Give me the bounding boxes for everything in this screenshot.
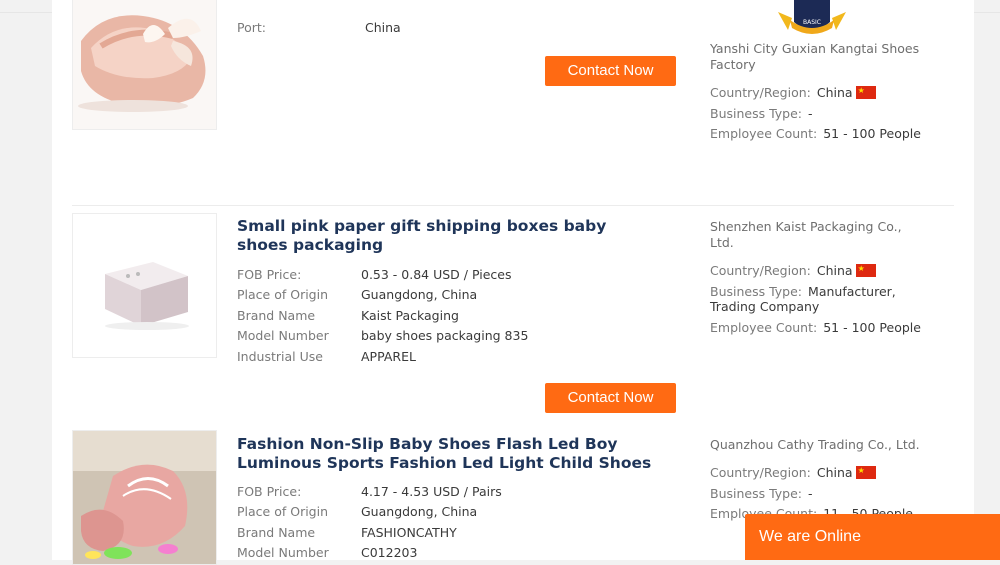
- attr-label: FOB Price:: [237, 484, 302, 499]
- attr-label: Place of Origin: [237, 287, 329, 303]
- attr-row: Port: China: [237, 18, 667, 38]
- product-attributes: FOB Price: 4.17 - 4.53 USD / Pairs Place …: [237, 482, 667, 564]
- business-type-label: Business Type:: [710, 105, 803, 121]
- attr-label: Brand Name: [237, 524, 316, 540]
- employee-count-row: Employee Count: 51 - 100 People: [710, 124, 921, 145]
- attr-label: FOB Price:: [237, 267, 302, 282]
- listing-divider: [72, 205, 954, 206]
- attr-value: Kaist Packaging: [361, 307, 459, 323]
- attr-value: APPAREL: [361, 348, 416, 364]
- attr-value: 4.17 - 4.53 USD / Pairs: [361, 484, 502, 499]
- attr-row: Model Number baby shoes packaging 835: [237, 326, 667, 346]
- attr-value: C012203: [361, 545, 418, 561]
- attr-value: FASHIONCATHY: [361, 524, 457, 540]
- attr-row: Industrial Use APPAREL: [237, 347, 667, 367]
- country-value: China: [816, 263, 853, 278]
- country-value: China: [816, 465, 853, 480]
- product-image-gift-box[interactable]: [72, 213, 217, 358]
- attr-label: Model Number: [237, 328, 329, 344]
- employee-count-label: Employee Count:: [710, 319, 818, 335]
- attr-label: Port:: [237, 20, 266, 35]
- product-listing-1: Port: China Contact Now BASIC Yanshi Cit…: [52, 0, 974, 205]
- attr-row: Place of Origin Guangdong, China: [237, 285, 667, 305]
- supplier-info: Shenzhen Kaist Packaging Co., Ltd. Count…: [710, 219, 921, 339]
- country-row: Country/Region: China ★: [710, 83, 920, 104]
- country-label: Country/Region:: [710, 465, 811, 480]
- attr-label: Brand Name: [237, 307, 316, 323]
- country-label: Country/Region:: [710, 85, 811, 100]
- country-row: Country/Region: China ★: [710, 463, 920, 484]
- attr-label: Place of Origin: [237, 504, 329, 520]
- box-photo: [73, 214, 216, 357]
- supplier-company-link[interactable]: Yanshi City Guxian Kangtai Shoes Factory: [710, 41, 920, 73]
- product-attributes: Port: China: [237, 18, 667, 38]
- china-flag-icon: ★: [855, 86, 876, 99]
- country-label: Country/Region:: [710, 263, 811, 278]
- business-type-row: Business Type: Manufacturer, Trading Comp…: [710, 284, 920, 314]
- attr-row: Model Number C012203: [237, 543, 667, 563]
- attr-value: 0.53 - 0.84 USD / Pieces: [361, 267, 512, 282]
- product-attributes: FOB Price: 0.53 - 0.84 USD / Pieces Place…: [237, 265, 667, 367]
- attr-row: FOB Price: 0.53 - 0.84 USD / Pieces: [237, 265, 667, 285]
- product-image-led-shoes[interactable]: [72, 430, 217, 565]
- supplier-info: Yanshi City Guxian Kangtai Shoes Factory…: [710, 41, 921, 145]
- attr-label: Model Number: [237, 545, 329, 561]
- employee-count-value: 51 - 100 People: [823, 126, 921, 141]
- product-list-panel: Port: China Contact Now BASIC Yanshi Cit…: [52, 0, 974, 565]
- gold-supplier-badge-icon: BASIC: [778, 0, 846, 34]
- business-type-row: Business Type: -: [710, 484, 920, 505]
- country-value: China: [816, 85, 853, 100]
- shoe-photo: [73, 0, 216, 129]
- led-shoe-photo: [73, 431, 216, 564]
- employee-count-value: 51 - 100 People: [823, 319, 921, 335]
- product-title-link[interactable]: Small pink paper gift shipping boxes bab…: [237, 217, 657, 255]
- employee-count-row: Employee Count: 51 - 100 People: [710, 318, 921, 339]
- contact-now-button[interactable]: Contact Now: [545, 383, 676, 413]
- supplier-info: Quanzhou Cathy Trading Co., Ltd. Country…: [710, 437, 920, 525]
- online-chat-widget[interactable]: We are Online: [745, 514, 1000, 560]
- employee-count-label: Employee Count:: [710, 126, 818, 141]
- contact-now-button[interactable]: Contact Now: [545, 56, 676, 86]
- business-type-label: Business Type:: [710, 485, 803, 501]
- supplier-company-link[interactable]: Shenzhen Kaist Packaging Co., Ltd.: [710, 219, 920, 251]
- attr-value: China: [364, 20, 401, 35]
- attr-label: Industrial Use: [237, 348, 323, 364]
- attr-value: Guangdong, China: [361, 504, 478, 520]
- attr-row: Brand Name FASHIONCATHY: [237, 523, 667, 543]
- attr-value: baby shoes packaging 835: [361, 328, 529, 344]
- product-title-link[interactable]: Fashion Non-Slip Baby Shoes Flash Led Bo…: [237, 435, 657, 473]
- attr-value: Guangdong, China: [361, 287, 478, 303]
- badge-text: BASIC: [803, 19, 821, 26]
- attr-row: FOB Price: 4.17 - 4.53 USD / Pairs: [237, 482, 667, 502]
- china-flag-icon: ★: [855, 466, 876, 479]
- product-image-butterfly-shoes[interactable]: [72, 0, 217, 130]
- business-type-value: -: [808, 485, 813, 501]
- business-type-label: Business Type:: [710, 283, 803, 299]
- attr-row: Place of Origin Guangdong, China: [237, 502, 667, 522]
- attr-row: Brand Name Kaist Packaging: [237, 306, 667, 326]
- china-flag-icon: ★: [855, 264, 876, 277]
- business-type-value: -: [808, 105, 813, 121]
- supplier-company-link[interactable]: Quanzhou Cathy Trading Co., Ltd.: [710, 437, 920, 453]
- country-row: Country/Region: China ★: [710, 261, 920, 282]
- business-type-row: Business Type: -: [710, 104, 920, 125]
